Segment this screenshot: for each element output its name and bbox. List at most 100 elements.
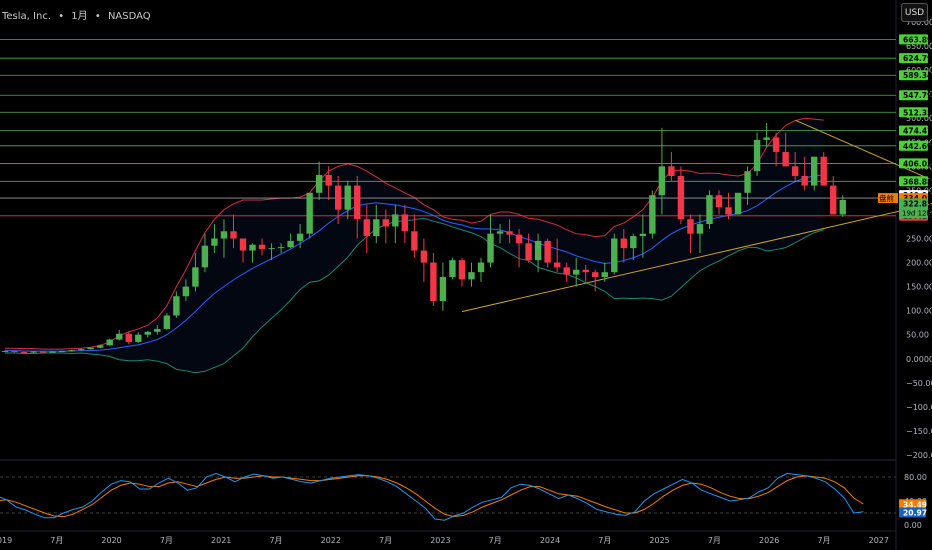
candle-body: [239, 238, 247, 251]
candle-body: [611, 238, 618, 273]
candle-body: [335, 185, 342, 210]
candle-body: [487, 233, 494, 263]
candle-body: [325, 174, 332, 186]
time-tick-label: 7月: [50, 536, 63, 545]
level-tag: 368.88: [903, 177, 932, 186]
candle-body: [582, 269, 589, 273]
candle-body: [77, 349, 85, 351]
candle-body: [354, 185, 361, 220]
level-tag: 663.89: [903, 35, 932, 44]
candle-body: [811, 156, 818, 186]
level-tag: 512.35: [903, 108, 932, 117]
candle-body: [144, 331, 151, 335]
price-tick-label: 0.0000: [906, 355, 932, 364]
candle-body: [296, 233, 304, 241]
candle-body: [382, 219, 389, 227]
level-tag: 474.47: [903, 127, 932, 136]
candle-body: [734, 192, 742, 215]
candle-body: [544, 240, 551, 263]
candle-body: [249, 244, 256, 251]
candle-body: [392, 214, 399, 227]
candle-body: [230, 231, 237, 239]
candle-body: [287, 240, 294, 248]
candle-body: [68, 350, 75, 352]
candle-body: [420, 250, 428, 263]
time-tick-label: 7月: [598, 536, 611, 545]
last-price-tag: 322.81: [903, 199, 932, 208]
time-tick-label: 2022: [321, 536, 341, 545]
candle-body: [477, 262, 485, 273]
price-tick-label: 150.00: [906, 283, 932, 292]
candle-body: [30, 351, 37, 353]
candle-body: [830, 185, 837, 215]
candle-body: [430, 262, 437, 302]
candle-body: [154, 328, 161, 332]
time-tick-label: 2025: [649, 536, 669, 545]
candle-body: [315, 174, 323, 193]
candle-body: [620, 238, 627, 249]
time-tick-label: 7月: [269, 536, 282, 545]
candle-body: [649, 195, 656, 234]
candle-body: [525, 243, 532, 261]
chart-title: Tesla, Inc. • 1月 • NASDAQ: [2, 7, 155, 22]
candle-body: [601, 272, 608, 277]
candle-body: [534, 240, 542, 261]
title-separator-2: •: [94, 11, 101, 22]
candle-body: [220, 231, 228, 239]
candle-body: [763, 137, 770, 140]
candle-body: [173, 296, 180, 316]
exchange-label: NASDAQ: [107, 11, 151, 22]
title-separator: •: [58, 11, 65, 22]
candle-body: [363, 219, 370, 237]
candle-body: [135, 334, 142, 342]
candle-body: [782, 151, 789, 167]
candle-body: [687, 219, 694, 234]
time-tick-label: 7月: [160, 536, 173, 545]
candle-body: [49, 351, 56, 353]
time-tick-label: 7月: [708, 536, 721, 545]
candle-body: [725, 207, 732, 215]
countdown-label: 19d 12h: [902, 209, 931, 217]
time-tick-label: 7月: [817, 536, 830, 545]
candle-body: [553, 262, 561, 268]
interval-label[interactable]: 1月: [71, 11, 87, 22]
candle-body: [696, 224, 704, 234]
candle-body: [668, 166, 675, 176]
time-tick-label: 2026: [759, 536, 779, 545]
time-tick-label: 2021: [211, 536, 231, 545]
candle-body: [439, 276, 447, 302]
candle-body: [639, 233, 647, 237]
candle-body: [306, 192, 313, 234]
candle-body: [458, 260, 466, 280]
candle-body: [211, 238, 218, 246]
candle-body: [706, 195, 713, 225]
candlestick-chart[interactable]: −200.00 −150.00 −100.00 −50.00 0.0000 50.00 10…: [0, 0, 932, 550]
chart-background: [0, 0, 932, 550]
candle-body: [116, 333, 123, 340]
candle-body: [11, 351, 18, 353]
oscillator-tag: 20.97: [903, 508, 927, 517]
time-tick-label: 2024: [540, 536, 560, 545]
candle-body: [753, 139, 761, 172]
candle-body: [801, 175, 808, 186]
candle-body: [791, 166, 799, 176]
candle-body: [182, 286, 190, 297]
candle-body: [630, 236, 637, 249]
price-tick-label: −50.00: [906, 379, 932, 388]
currency-button[interactable]: USD: [901, 3, 928, 22]
time-tick-label: 2023: [430, 536, 450, 545]
price-tick-label: 250.00: [906, 235, 932, 244]
candle-body: [401, 214, 409, 232]
price-tick-label: −150.00: [906, 427, 932, 436]
candle-body: [268, 248, 275, 250]
candle-body: [715, 195, 723, 208]
candle-body: [277, 247, 285, 249]
time-tick-label: 2020: [101, 536, 121, 545]
candle-body: [87, 347, 94, 350]
candle-body: [515, 234, 523, 244]
time-tick-label: 7月: [379, 536, 392, 545]
candle-body: [449, 260, 456, 277]
candle-body: [163, 315, 171, 329]
premarket-prefix: 盘前: [879, 193, 894, 203]
candle-body: [125, 333, 132, 342]
